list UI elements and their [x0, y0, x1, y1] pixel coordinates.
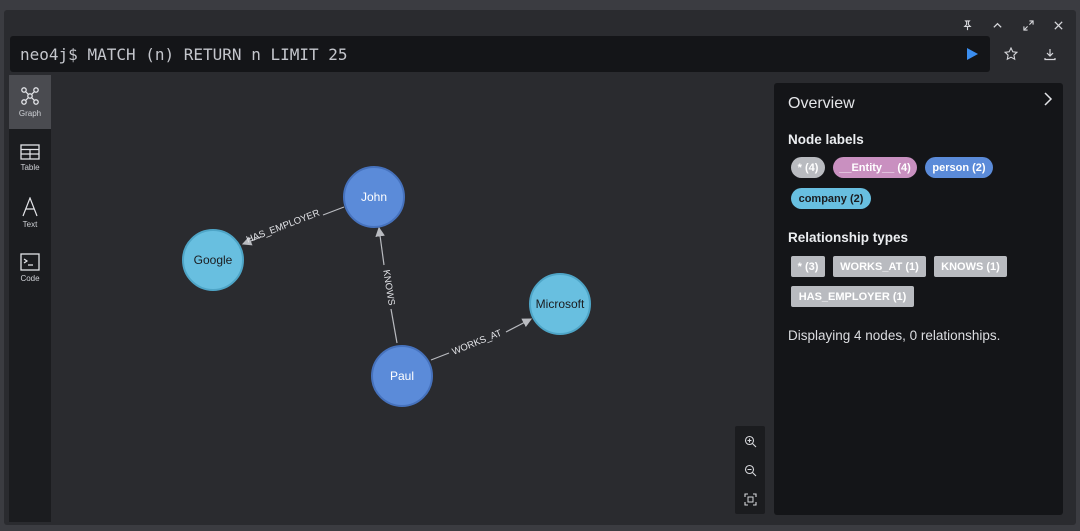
overview-title: Overview	[788, 95, 855, 112]
node-labels-heading: Node labels	[788, 132, 864, 147]
node-label-person[interactable]: person (2)	[925, 157, 993, 178]
node-google[interactable]: Google	[182, 229, 244, 291]
relationship-types-heading: Relationship types	[788, 230, 909, 245]
sidebar-item-text[interactable]: Text	[9, 186, 51, 240]
zoom-in-icon	[744, 435, 756, 447]
node-label: Google	[194, 253, 233, 267]
sidebar-label-text: Text	[22, 220, 38, 229]
overview-panel: Overview Node labels * (4) __Entity__ (4…	[774, 83, 1063, 515]
zoom-out-button[interactable]	[735, 456, 765, 484]
edge-label: KNOWS	[380, 269, 396, 306]
overview-summary: Displaying 4 nodes, 0 relationships.	[788, 328, 1001, 343]
graph-icon	[21, 87, 39, 105]
editor-query[interactable]: MATCH (n) RETURN n LIMIT 25	[87, 45, 347, 64]
node-label-all[interactable]: * (4)	[791, 157, 825, 178]
sidebar-item-code[interactable]: Code	[9, 241, 51, 295]
expand-icon[interactable]	[1017, 14, 1039, 36]
code-icon	[20, 253, 40, 271]
zoom-in-button[interactable]	[735, 427, 765, 455]
query-editor[interactable]: neo4j$ MATCH (n) RETURN n LIMIT 25	[10, 36, 990, 72]
zoom-out-icon	[744, 464, 756, 476]
fit-to-screen-button[interactable]	[735, 485, 765, 513]
node-label-company[interactable]: company (2)	[791, 188, 871, 209]
node-label: Microsoft	[536, 297, 585, 311]
run-button[interactable]	[954, 36, 990, 72]
rel-type-has-employer[interactable]: HAS_EMPLOYER (1)	[791, 286, 914, 307]
sidebar-label-code: Code	[20, 274, 40, 283]
sidebar-item-graph[interactable]: Graph	[9, 75, 51, 129]
node-john[interactable]: John	[343, 166, 405, 228]
query-text[interactable]: neo4j$ MATCH (n) RETURN n LIMIT 25	[20, 45, 348, 64]
node-microsoft[interactable]: Microsoft	[529, 273, 591, 335]
play-icon	[967, 48, 978, 60]
node-label: John	[361, 190, 387, 204]
edge-knows[interactable]: KNOWS	[375, 226, 398, 344]
fit-screen-icon	[743, 492, 757, 506]
node-paul[interactable]: Paul	[371, 345, 433, 407]
edge-has-employer[interactable]: HAS_EMPLOYER	[241, 206, 345, 246]
close-icon[interactable]	[1047, 14, 1069, 36]
node-label-entity[interactable]: __Entity__ (4)	[833, 157, 917, 178]
edge-label: WORKS_AT	[451, 328, 504, 358]
collapse-panel-button[interactable]	[1038, 89, 1058, 109]
text-icon	[22, 197, 38, 217]
edge-works-at[interactable]: WORKS_AT	[430, 318, 533, 361]
node-label: Paul	[390, 369, 414, 383]
editor-prompt: neo4j$	[20, 45, 78, 64]
view-sidebar: Graph Table Text Code	[9, 75, 51, 522]
table-icon	[20, 144, 40, 160]
chevron-right-icon	[1044, 92, 1053, 106]
download-button[interactable]	[1032, 36, 1068, 72]
star-icon	[1004, 47, 1018, 61]
edge-label: HAS_EMPLOYER	[245, 208, 322, 246]
sidebar-label-table: Table	[20, 163, 40, 172]
rel-type-works-at[interactable]: WORKS_AT (1)	[833, 256, 926, 277]
rel-type-knows[interactable]: KNOWS (1)	[934, 256, 1007, 277]
collapse-icon[interactable]	[986, 14, 1008, 36]
download-icon	[1044, 49, 1056, 61]
sidebar-label-graph: Graph	[18, 109, 42, 118]
sidebar-item-table[interactable]: Table	[9, 131, 51, 185]
graph-canvas[interactable]: HAS_EMPLOYER KNOWS WORKS_AT John Google …	[51, 75, 771, 522]
rel-type-all[interactable]: * (3)	[791, 256, 825, 277]
favorite-button[interactable]	[993, 36, 1029, 72]
zoom-controls	[735, 426, 765, 514]
pin-icon[interactable]	[956, 14, 978, 36]
